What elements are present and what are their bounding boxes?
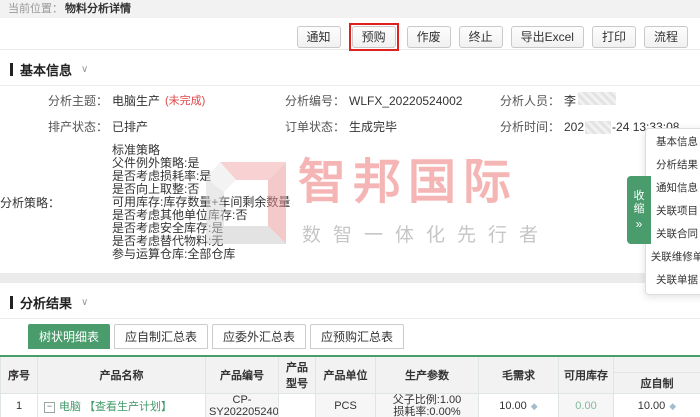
cell-no: 1: [1, 394, 38, 417]
field-label: 订单状态：: [285, 118, 345, 136]
col-header-avail: 可用库存: [559, 356, 614, 394]
diamond-icon[interactable]: ◆: [531, 401, 538, 411]
basic-info-section-header: 基本信息 ∨: [0, 50, 700, 86]
info-row: 分析主题： 电脑生产 (未完成) 分析编号： WLFX_20220524002 …: [0, 92, 700, 110]
col-header-model: 产品型号: [279, 356, 316, 394]
col-header-self-make: 应自制: [614, 373, 700, 394]
void-button[interactable]: 作废: [407, 26, 451, 48]
collapse-button[interactable]: 收缩 »: [627, 176, 651, 244]
info-row: 排产状态： 已排产 订单状态： 生成完毕 分析时间： 202-24 13:33:…: [0, 118, 700, 136]
menu-item-notify-info[interactable]: 通知信息: [646, 177, 700, 200]
diamond-icon[interactable]: ◆: [669, 401, 676, 411]
prepurchase-button[interactable]: 预购: [352, 26, 396, 48]
col-header-name: 产品名称: [38, 356, 206, 394]
menu-item-related-repair-order[interactable]: 关联维修单: [646, 246, 700, 269]
breadcrumb-prefix: 当前位置：: [8, 3, 63, 15]
col-header-unit: 产品单位: [316, 356, 376, 394]
col-header-gross: 毛需求: [479, 356, 559, 394]
col-header-code: 产品编号: [206, 356, 279, 394]
menu-item-related-documents[interactable]: 关联单据: [646, 269, 700, 292]
field-subject: 分析主题： 电脑生产 (未完成): [0, 92, 285, 110]
cell-product-unit: PCS: [316, 394, 376, 417]
cell-gross-demand: 10.00◆: [479, 394, 559, 417]
field-label: 分析编号：: [285, 92, 345, 110]
analysis-result-section-header: 分析结果 ∨: [0, 283, 700, 319]
menu-item-analysis-result[interactable]: 分析结果: [646, 154, 700, 177]
workflow-button[interactable]: 流程: [644, 26, 688, 48]
analysis-result-table: 序号 产品名称 产品编号 产品型号 产品单位 生产参数 毛需求 可用库存 应自制…: [0, 355, 700, 417]
material-analysis-detail-page: 当前位置：物料分析详情 通知预购作废终止导出Excel 打印流程 基本信息 ∨ 分…: [0, 0, 700, 417]
tab-outsource-summary[interactable]: 应委外汇总表: [212, 324, 306, 349]
field-label: 分析时间：: [480, 118, 560, 136]
page-title: 物料分析详情: [65, 3, 131, 15]
chevron-down-icon[interactable]: ∨: [81, 297, 88, 308]
terminate-button[interactable]: 终止: [459, 26, 503, 48]
analysis-result-section-title: 分析结果: [20, 293, 72, 312]
view-production-plan-link[interactable]: 【查看生产计划】: [84, 401, 172, 413]
print-button[interactable]: 打印: [592, 26, 636, 48]
basic-info-fields: 分析主题： 电脑生产 (未完成) 分析编号： WLFX_20220524002 …: [0, 86, 700, 273]
red-annotation-box: 预购: [349, 23, 399, 51]
masked-text: [578, 92, 616, 105]
table-row: 1 −电脑 【查看生产计划】 CP-SY2022052400 PCS 父子比例:…: [1, 394, 700, 417]
collapse-button-label: 收缩: [633, 190, 645, 216]
menu-item-basic-info[interactable]: 基本信息: [646, 131, 700, 154]
field-value: 电脑生产: [112, 92, 160, 110]
tab-tree-detail[interactable]: 树状明细表: [28, 324, 110, 349]
menu-item-related-contract[interactable]: 关联合同: [646, 223, 700, 246]
field-strategy: 分析策略： 标准策略 父件例外策略:是 是否考虑损耗率:是 是否向上取整:否 可…: [0, 144, 700, 261]
basic-info-panel: 通知预购作废终止导出Excel 打印流程 基本信息 ∨ 分析主题： 电脑生产 (未…: [0, 18, 700, 273]
field-order-status: 订单状态： 生成完毕: [285, 118, 480, 136]
field-value: 已排产: [112, 118, 148, 136]
section-bar: [10, 63, 13, 76]
table-header-row: 序号 产品名称 产品编号 产品型号 产品单位 生产参数 毛需求 可用库存: [1, 356, 700, 373]
result-tabs: 树状明细表应自制汇总表应委外汇总表应预购汇总表: [0, 319, 700, 349]
col-group-header: [614, 356, 700, 373]
field-value: 李: [564, 92, 576, 110]
notify-button[interactable]: 通知: [297, 26, 341, 48]
product-link[interactable]: 电脑: [59, 401, 81, 413]
cell-self-make: 10.00◆: [614, 394, 700, 417]
col-header-params: 生产参数: [376, 356, 479, 394]
field-value: 生成完毕: [349, 118, 397, 136]
menu-item-related-project[interactable]: 关联项目: [646, 200, 700, 223]
strategy-line: 参与运算仓库:全部仓库: [112, 248, 290, 261]
panel-gap: [0, 273, 700, 283]
field-schedule-status: 排产状态： 已排产: [0, 118, 285, 136]
export-excel-button[interactable]: 导出Excel: [511, 26, 584, 48]
anchor-menu: 基本信息 分析结果 通知信息 关联项目 关联合同 关联维修单 关联单据: [645, 128, 700, 295]
masked-text: [585, 121, 611, 134]
field-label: 分析人员：: [480, 92, 560, 110]
cell-product-model: [279, 394, 316, 417]
col-header-no: 序号: [1, 356, 38, 394]
chevron-down-icon[interactable]: ∨: [81, 64, 88, 75]
section-bar: [10, 296, 13, 309]
cell-product-name: −电脑 【查看生产计划】: [38, 394, 206, 417]
double-arrow-right-icon: »: [636, 218, 643, 230]
unfinished-badge: (未完成): [165, 92, 205, 110]
tree-collapse-icon[interactable]: −: [44, 402, 55, 413]
field-label: 分析策略：: [0, 194, 108, 212]
cell-product-code: CP-SY2022052400: [206, 394, 279, 417]
basic-info-section-title: 基本信息: [20, 60, 72, 79]
breadcrumb: 当前位置：物料分析详情: [0, 0, 700, 18]
field-label: 排产状态：: [0, 118, 108, 136]
cell-available-stock: 0.00: [559, 394, 614, 417]
tab-prepurchase-summary[interactable]: 应预购汇总表: [310, 324, 404, 349]
field-analyst: 分析人员： 李: [480, 92, 700, 110]
tab-self-make-summary[interactable]: 应自制汇总表: [114, 324, 208, 349]
analysis-result-panel: 分析结果 ∨ 树状明细表应自制汇总表应委外汇总表应预购汇总表 序号 产品名称 产…: [0, 283, 700, 417]
action-toolbar: 通知预购作废终止导出Excel 打印流程: [0, 18, 700, 50]
cell-production-params: 父子比例:1.00损耗率:0.00%: [376, 394, 479, 417]
field-value: WLFX_20220524002: [349, 92, 462, 110]
field-code: 分析编号： WLFX_20220524002: [285, 92, 480, 110]
strategy-lines: 标准策略 父件例外策略:是 是否考虑损耗率:是 是否向上取整:否 可用库存:库存…: [112, 144, 290, 261]
field-label: 分析主题：: [0, 92, 108, 110]
